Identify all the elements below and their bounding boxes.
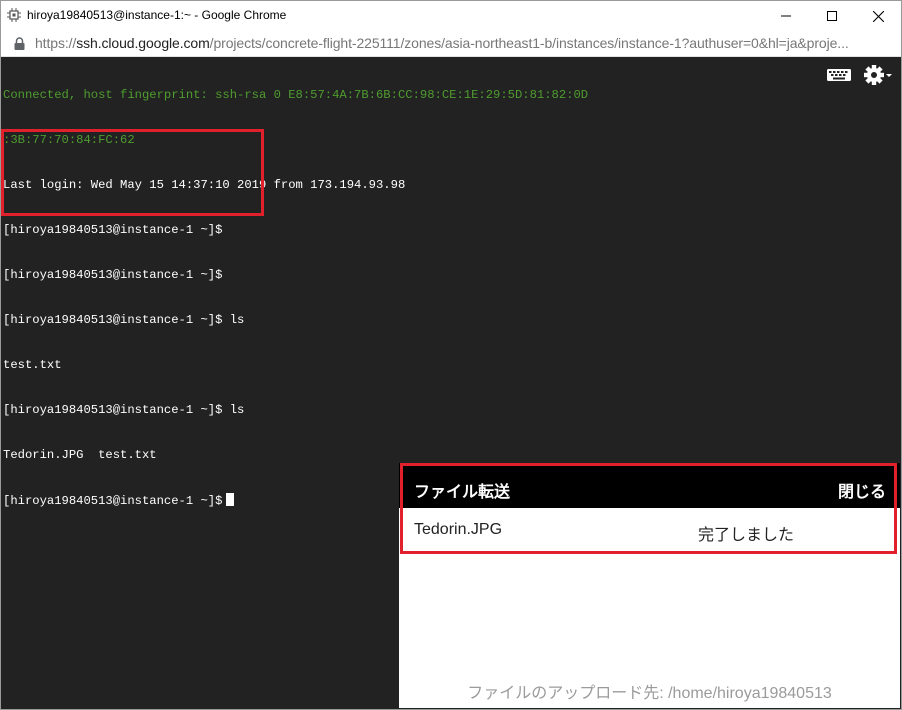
- chrome-window: hiroya19840513@instance-1:~ - Google Chr…: [0, 0, 902, 710]
- keyboard-icon[interactable]: [827, 69, 851, 81]
- url-scheme: https://: [35, 35, 77, 51]
- maximize-icon: [827, 11, 837, 21]
- terminal-line: [hiroya19840513@instance-1 ~]$: [3, 223, 223, 237]
- close-icon: [872, 10, 884, 22]
- close-window-button[interactable]: [855, 1, 901, 31]
- window-title: hiroya19840513@instance-1:~ - Google Chr…: [27, 8, 287, 22]
- url-host: ssh.cloud.google.com: [76, 35, 210, 51]
- url-text[interactable]: https://ssh.cloud.google.com/projects/co…: [35, 35, 849, 51]
- chip-app-icon: [7, 8, 21, 22]
- upload-destination: ファイルのアップロード先: /home/hiroya19840513: [467, 685, 832, 702]
- url-path: /projects/concrete-flight-225111/zones/a…: [209, 35, 849, 51]
- terminal-line: Tedorin.JPG test.txt: [3, 448, 157, 462]
- title-bar: hiroya19840513@instance-1:~ - Google Chr…: [1, 1, 901, 31]
- terminal-highlight-box: [1, 129, 264, 216]
- terminal-line: [hiroya19840513@instance-1 ~]$ ls: [3, 313, 245, 327]
- minimize-icon: [781, 15, 791, 17]
- terminal-line: Connected, host fingerprint: ssh-rsa 0 E…: [3, 88, 589, 102]
- terminal-line: [hiroya19840513@instance-1 ~]$ ls: [3, 403, 245, 417]
- minimize-button[interactable]: [763, 1, 809, 31]
- terminal-prompt: [hiroya19840513@instance-1 ~]$: [3, 494, 223, 508]
- transfer-highlight-box: [400, 463, 897, 554]
- address-bar[interactable]: https://ssh.cloud.google.com/projects/co…: [1, 31, 901, 57]
- terminal-line: [hiroya19840513@instance-1 ~]$: [3, 268, 223, 282]
- gear-icon[interactable]: [864, 65, 892, 87]
- terminal-line: test.txt: [3, 358, 62, 372]
- terminal-cursor: [226, 493, 235, 506]
- maximize-button[interactable]: [809, 1, 855, 31]
- lock-icon: [14, 37, 25, 50]
